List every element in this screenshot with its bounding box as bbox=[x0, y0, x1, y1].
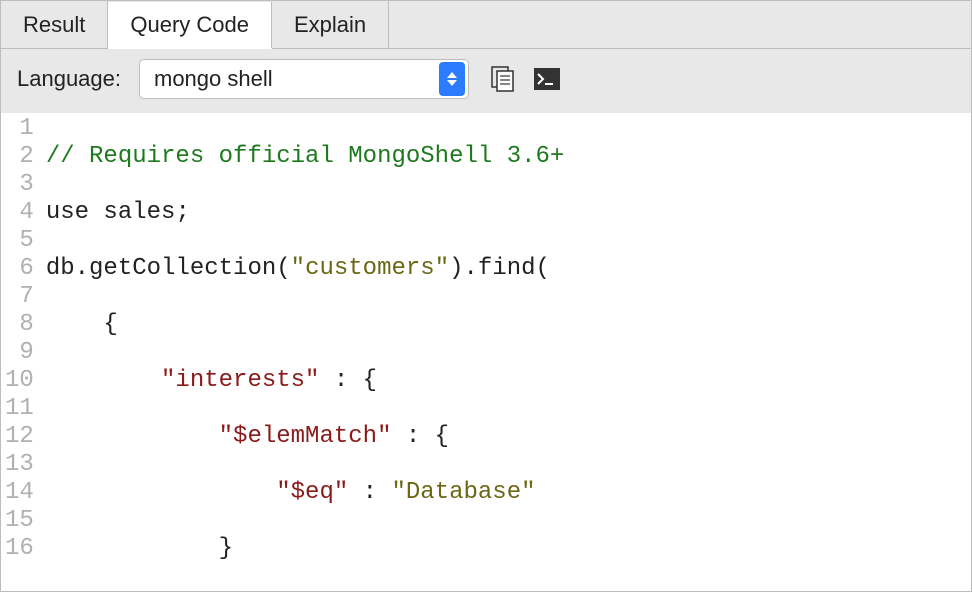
language-select-value: mongo shell bbox=[154, 66, 439, 92]
tab-explain[interactable]: Explain bbox=[272, 1, 389, 48]
tab-bar: Result Query Code Explain bbox=[1, 1, 971, 49]
code-token: db bbox=[46, 255, 75, 282]
code-token: ).find( bbox=[449, 255, 550, 282]
code-token: } bbox=[46, 535, 233, 562]
code-token bbox=[46, 367, 161, 394]
code-body: // Requires official MongoShell 3.6+ use… bbox=[40, 113, 564, 591]
line-number: 11 bbox=[5, 395, 34, 423]
line-number: 2 bbox=[5, 143, 34, 171]
code-token: sales bbox=[103, 199, 175, 226]
tab-query-code[interactable]: Query Code bbox=[108, 2, 272, 49]
code-token: : { bbox=[319, 367, 377, 394]
code-token: { bbox=[46, 311, 118, 338]
terminal-icon bbox=[533, 66, 561, 92]
line-number: 16 bbox=[5, 535, 34, 563]
line-number: 9 bbox=[5, 339, 34, 367]
code-token: ; bbox=[175, 199, 189, 226]
code-token: "interests" bbox=[161, 367, 319, 394]
code-token: "customers" bbox=[291, 255, 449, 282]
line-number: 6 bbox=[5, 255, 34, 283]
copy-icon bbox=[489, 66, 517, 92]
code-token: use bbox=[46, 199, 104, 226]
language-select[interactable]: mongo shell bbox=[139, 59, 469, 99]
tab-result[interactable]: Result bbox=[1, 1, 108, 48]
code-editor[interactable]: 1 2 3 4 5 6 7 8 9 10 11 12 13 14 15 16 /… bbox=[1, 113, 971, 591]
tab-explain-label: Explain bbox=[294, 12, 366, 38]
code-token: "Database" bbox=[391, 479, 535, 506]
app-window: Result Query Code Explain Language: mong… bbox=[0, 0, 972, 592]
code-token: : { bbox=[391, 423, 449, 450]
language-label: Language: bbox=[17, 66, 121, 92]
code-token: // Requires official MongoShell 3.6+ bbox=[46, 143, 564, 170]
line-number: 14 bbox=[5, 479, 34, 507]
code-token: "$elemMatch" bbox=[219, 423, 392, 450]
line-number: 4 bbox=[5, 199, 34, 227]
line-number: 13 bbox=[5, 451, 34, 479]
code-token: .getCollection( bbox=[75, 255, 291, 282]
code-token bbox=[46, 423, 219, 450]
line-gutter: 1 2 3 4 5 6 7 8 9 10 11 12 13 14 15 16 bbox=[1, 113, 40, 591]
code-token: "$eq" bbox=[276, 479, 348, 506]
line-number: 15 bbox=[5, 507, 34, 535]
open-in-shell-button[interactable] bbox=[531, 65, 563, 93]
copy-button[interactable] bbox=[487, 65, 519, 93]
line-number: 3 bbox=[5, 171, 34, 199]
line-number: 7 bbox=[5, 283, 34, 311]
line-number: 8 bbox=[5, 311, 34, 339]
line-number: 1 bbox=[5, 115, 34, 143]
code-token bbox=[46, 479, 276, 506]
tab-result-label: Result bbox=[23, 12, 85, 38]
line-number: 10 bbox=[5, 367, 34, 395]
tab-query-code-label: Query Code bbox=[130, 12, 249, 38]
select-arrows-icon bbox=[439, 62, 465, 96]
toolbar: Language: mongo shell bbox=[1, 49, 971, 113]
code-token: : bbox=[348, 479, 391, 506]
line-number: 12 bbox=[5, 423, 34, 451]
line-number: 5 bbox=[5, 227, 34, 255]
toolbar-icons bbox=[487, 65, 563, 93]
